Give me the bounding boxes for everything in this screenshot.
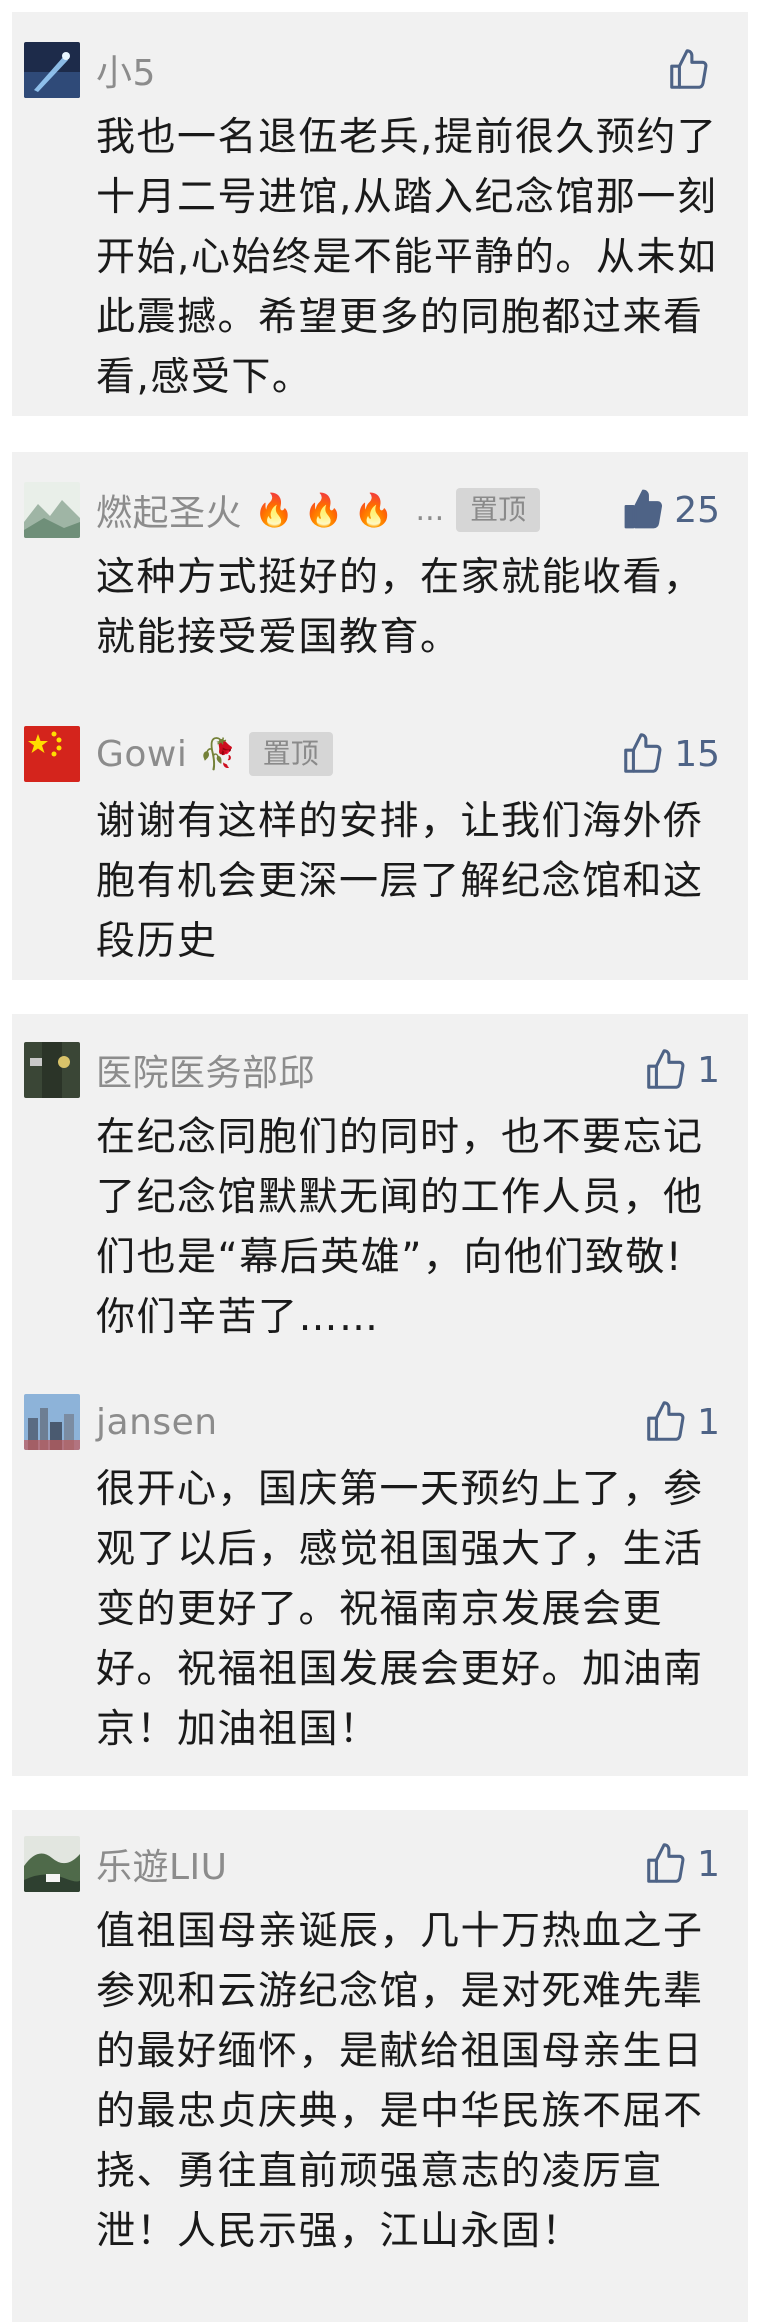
thumbs-up-icon	[670, 49, 708, 89]
like-count: 15	[674, 733, 720, 775]
comment-card: 乐遊LIU 1 值祖国母亲诞辰，几十万热血之子参观和云游纪念馆，是对死难先辈的最…	[12, 1810, 748, 2322]
comment-header: 乐遊LIU	[96, 1836, 228, 1892]
comment-text: 谢谢有这样的安排，让我们海外侨胞有机会更深一层了解纪念馆和这段历史	[96, 799, 704, 964]
name-ellipsis: ...	[415, 492, 445, 528]
commenter-name[interactable]: 燃起圣火	[96, 484, 242, 536]
like-button[interactable]: 1	[643, 1836, 720, 1892]
thumbs-up-icon	[624, 733, 662, 773]
garden-avatar[interactable]	[24, 1836, 80, 1892]
comment-card: 小5 我也一名退伍老兵,提前很久预约了十月二号进馆,从踏入纪念馆那一刻开始,心始…	[12, 12, 748, 416]
comment-text: 我也一名退伍老兵,提前很久预约了十月二号进馆,从踏入纪念馆那一刻开始,心始终是不…	[96, 115, 718, 400]
commenter-name[interactable]: 医院医务部邱	[96, 1044, 315, 1096]
comment-text: 这种方式挺好的，在家就能收看，就能接受爱国教育。	[96, 555, 704, 660]
like-count: 1	[697, 1401, 720, 1443]
like-count: 1	[697, 1843, 720, 1885]
like-button[interactable]	[666, 42, 720, 98]
commenter-name[interactable]: 小5	[96, 44, 156, 96]
like-button[interactable]: 1	[643, 1042, 720, 1098]
thumbs-up-icon	[647, 1049, 685, 1089]
commenter-name[interactable]: jansen	[96, 1402, 218, 1443]
commenter-name[interactable]: Gowi	[96, 734, 187, 775]
pinned-badge: 置顶	[456, 488, 541, 532]
uniform-avatar[interactable]	[24, 1042, 80, 1098]
cityscape-avatar[interactable]	[24, 1394, 80, 1450]
like-button[interactable]: 1	[643, 1394, 720, 1450]
comment-header: 小5	[96, 42, 156, 98]
comment-text: 很开心，国庆第一天预约上了，参观了以后，感觉祖国强大了，生活变的更好了。祝福南京…	[96, 1467, 704, 1752]
like-button[interactable]: 25	[620, 482, 720, 538]
comment-text: 在纪念同胞们的同时，也不要忘记了纪念馆默默无闻的工作人员，他们也是“幕后英雄”，…	[96, 1115, 704, 1340]
commenter-name[interactable]: 乐遊LIU	[96, 1838, 228, 1890]
like-count: 25	[674, 489, 720, 531]
thumbs-up-icon	[647, 1401, 685, 1441]
comment-header: jansen	[96, 1394, 218, 1450]
thumbs-up-icon	[647, 1843, 685, 1883]
like-count: 1	[697, 1049, 720, 1091]
flag-avatar[interactable]	[24, 726, 80, 782]
like-button[interactable]: 15	[620, 726, 720, 782]
pinned-badge: 置顶	[248, 732, 333, 776]
comment-card: 燃起圣火 🔥🔥🔥 ... 置顶 25 这种方式挺好的，在家就能收看，就能接受爱国…	[12, 452, 748, 980]
mountain-landscape-avatar[interactable]	[24, 482, 80, 538]
flame-icon: 🔥🔥🔥	[254, 491, 404, 529]
comment-text: 值祖国母亲诞辰，几十万热血之子参观和云游纪念馆，是对死难先辈的最好缅怀，是献给祖…	[96, 1909, 704, 2254]
comment-header: Gowi 🥀 置顶	[96, 726, 333, 782]
rose-icon: 🥀	[199, 736, 237, 772]
comment-card: 医院医务部邱 1 在纪念同胞们的同时，也不要忘记了纪念馆默默无闻的工作人员，他们…	[12, 1014, 748, 1776]
night-sky-avatar[interactable]	[24, 42, 80, 98]
thumbs-up-filled-icon	[624, 489, 663, 529]
comment-header: 医院医务部邱	[96, 1042, 315, 1098]
comment-header: 燃起圣火 🔥🔥🔥 ... 置顶	[96, 482, 541, 538]
